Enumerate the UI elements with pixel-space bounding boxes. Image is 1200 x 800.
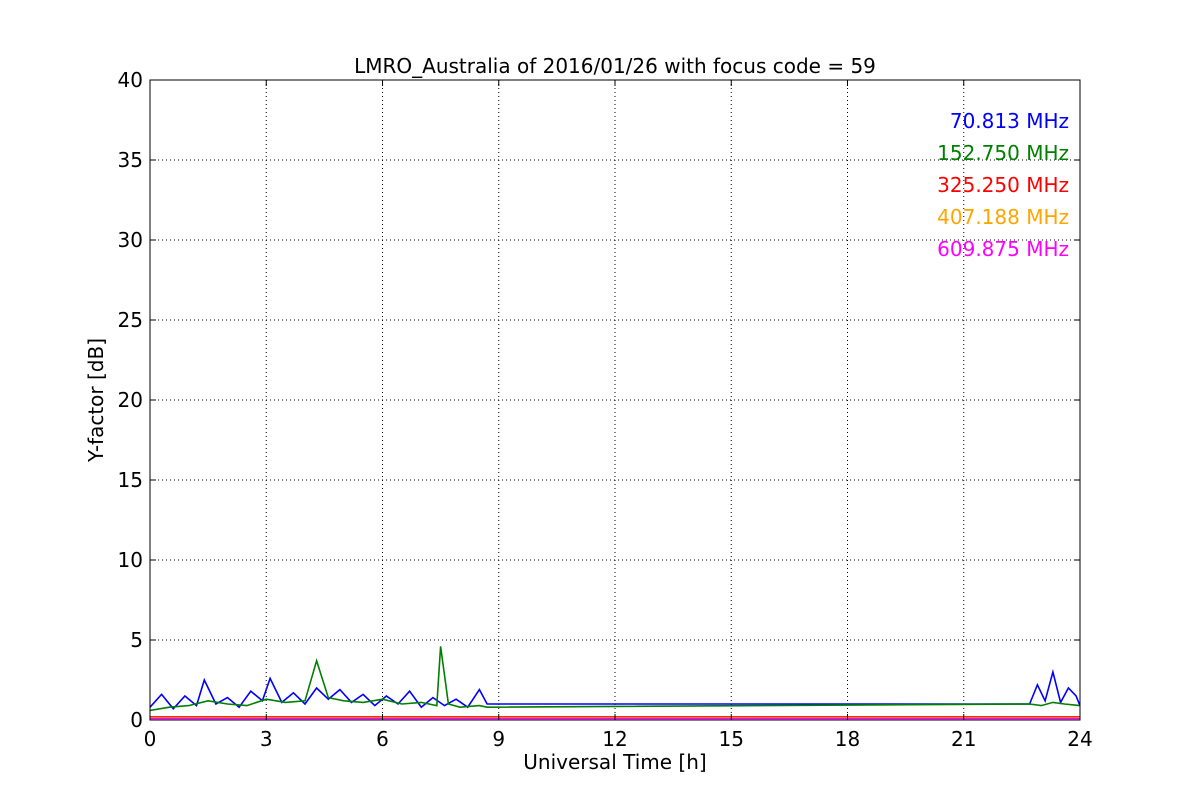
y-tick-label-7: 35: [118, 148, 143, 172]
x-tick-label-0: 0: [144, 727, 157, 751]
y-axis-label: Y-factor [dB]: [84, 338, 108, 463]
chart-title: LMRO_Australia of 2016/01/26 with focus …: [354, 54, 876, 78]
y-tick-label-6: 30: [118, 228, 143, 252]
x-tick-label-2: 6: [376, 727, 389, 751]
legend-entry-1: 152.750 MHz: [937, 141, 1069, 165]
x-tick-label-7: 21: [951, 727, 976, 751]
legend-entry-2: 325.250 MHz: [937, 173, 1069, 197]
legend: 70.813 MHz 152.750 MHz 325.250 MHz 407.188 …: [937, 109, 1069, 261]
x-tick-label-3: 9: [492, 727, 505, 751]
x-axis-label: Universal Time [h]: [523, 750, 706, 774]
y-tick-label-4: 20: [118, 388, 143, 412]
x-tick-label-6: 18: [835, 727, 860, 751]
y-tick-label-0: 0: [130, 708, 143, 732]
y-factor-chart: LMRO_Australia of 2016/01/26 with focus …: [0, 0, 1200, 800]
legend-entry-3: 407.188 MHz: [937, 205, 1069, 229]
legend-entry-4: 609.875 MHz: [937, 237, 1069, 261]
x-tick-label-8: 24: [1067, 727, 1092, 751]
y-tick-label-5: 25: [118, 308, 143, 332]
x-tick-label-4: 12: [602, 727, 627, 751]
y-tick-label-2: 10: [118, 548, 143, 572]
y-tick-label-1: 5: [130, 628, 143, 652]
x-tick-label-1: 3: [260, 727, 273, 751]
legend-entry-0: 70.813 MHz: [950, 109, 1069, 133]
x-tick-label-5: 15: [719, 727, 744, 751]
y-tick-label-3: 15: [118, 468, 143, 492]
y-tick-label-8: 40: [118, 68, 143, 92]
